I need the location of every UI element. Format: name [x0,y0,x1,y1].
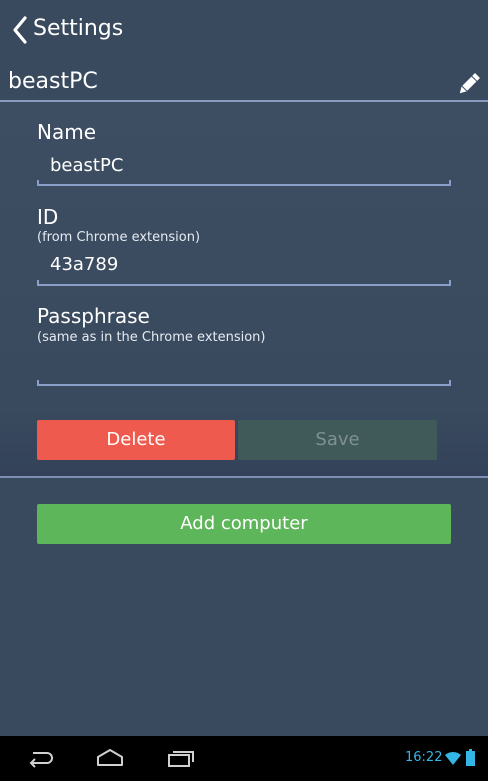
name-field-underline [37,180,451,186]
id-hint: (from Chrome extension) [37,230,201,245]
id-label: ID [37,205,59,229]
navigation-bar: 16:22 [0,736,488,781]
id-field[interactable]: 43a789 [50,253,118,277]
action-bar: Settings [0,0,488,60]
recents-icon[interactable] [166,746,196,770]
computer-header: beastPC [0,64,488,102]
back-icon[interactable] [25,746,55,770]
add-computer-button[interactable]: Add computer [37,504,451,544]
delete-button[interactable]: Delete [37,420,235,460]
passphrase-field-underline [37,380,451,386]
home-icon[interactable] [95,746,125,770]
passphrase-label: Passphrase [37,304,150,328]
passphrase-hint: (same as in the Chrome extension) [37,330,266,345]
name-field[interactable]: beastPC [50,154,123,178]
save-button[interactable]: Save [238,420,437,460]
id-field-underline [37,280,451,286]
computer-title[interactable]: beastPC [8,66,98,98]
battery-icon [466,749,475,766]
status-clock: 16:22 [405,750,443,765]
wifi-icon [445,751,461,765]
panel-divider [0,476,488,478]
passphrase-field[interactable] [50,353,450,377]
name-label: Name [37,120,97,144]
chevron-left-icon[interactable] [10,15,30,45]
page-title[interactable]: Settings [33,14,123,44]
pencil-icon[interactable] [455,70,483,98]
